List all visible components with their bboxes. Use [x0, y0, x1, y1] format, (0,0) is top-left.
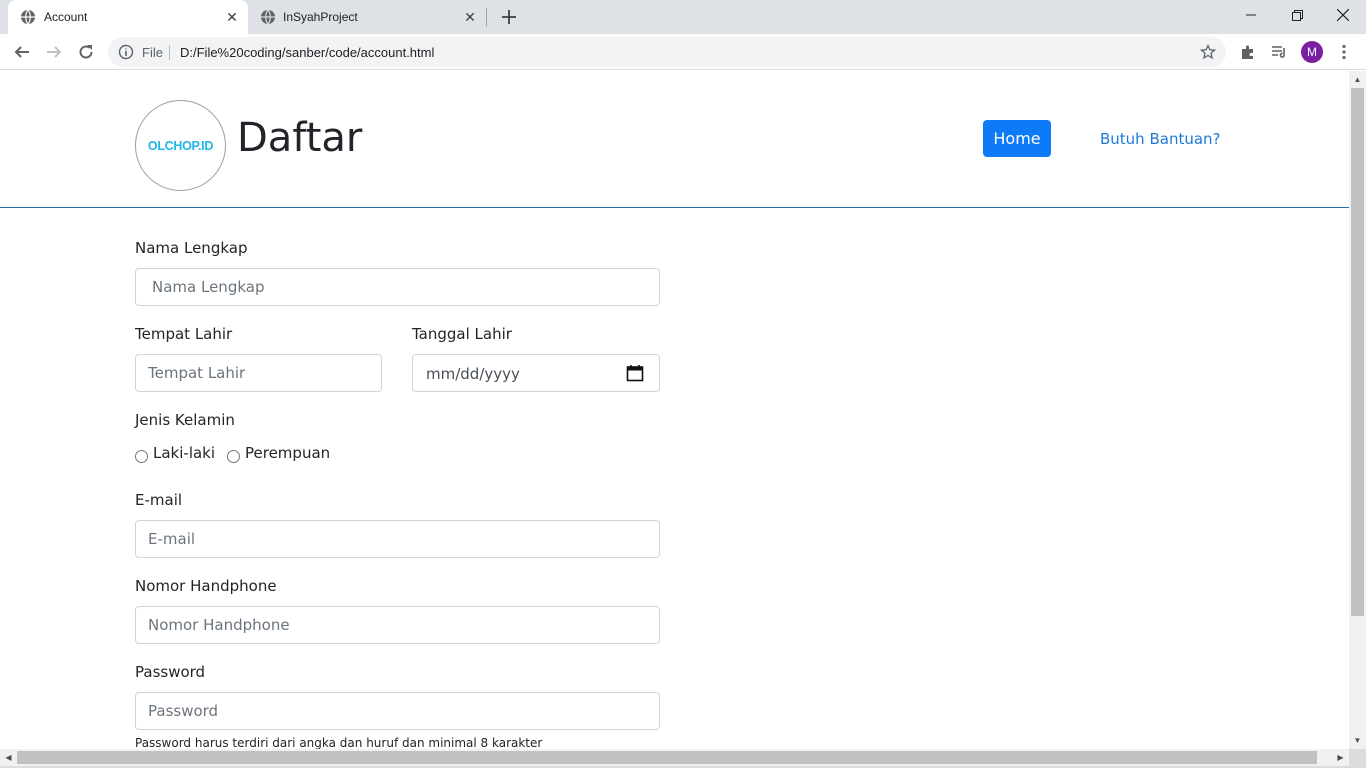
forward-button[interactable]	[42, 40, 66, 64]
logo-text: OLCHOP.ID	[147, 138, 214, 153]
browser-toolbar: File D:/File%20coding/sanber/code/accoun…	[0, 34, 1366, 70]
phone-field[interactable]	[135, 606, 660, 644]
tab-insyahproject[interactable]: InSyahProject ✕	[250, 0, 486, 34]
address-separator	[169, 45, 170, 60]
gender-female-label[interactable]: Perempuan	[245, 444, 330, 462]
info-icon[interactable]	[118, 44, 134, 60]
tab-account[interactable]: Account ✕	[8, 0, 248, 34]
calendar-icon[interactable]	[626, 364, 644, 382]
new-tab-button[interactable]	[499, 7, 519, 27]
horizontal-scrollbar[interactable]: ◀ ▶	[0, 749, 1349, 766]
puzzle-icon	[1242, 45, 1253, 59]
phone-label: Nomor Handphone	[135, 577, 277, 595]
page-header: OLCHOP.ID Daftar Home Butuh Bantuan?	[0, 71, 1349, 208]
extensions-button[interactable]	[1236, 40, 1260, 64]
restore-icon	[1291, 9, 1303, 21]
birth-place-label: Tempat Lahir	[135, 325, 233, 343]
plus-icon	[502, 10, 516, 24]
star-icon[interactable]	[1200, 44, 1216, 60]
address-bar[interactable]: File D:/File%20coding/sanber/code/accoun…	[108, 37, 1226, 67]
vertical-scroll-thumb[interactable]	[1351, 88, 1364, 616]
menu-button[interactable]	[1332, 40, 1356, 64]
password-help-text: Password harus terdiri dari angka dan hu…	[135, 736, 543, 749]
home-button[interactable]: Home	[983, 120, 1051, 157]
gender-male-radio[interactable]	[135, 450, 148, 463]
reload-button[interactable]	[74, 40, 98, 64]
globe-icon	[261, 9, 275, 25]
back-button[interactable]	[10, 40, 34, 64]
arrow-left-icon	[14, 46, 29, 58]
birth-place-field[interactable]	[135, 354, 382, 392]
scroll-down-icon[interactable]: ▼	[1349, 732, 1366, 749]
password-label: Password	[135, 663, 206, 681]
phone-input[interactable]	[136, 607, 659, 643]
more-vertical-icon	[1342, 44, 1346, 60]
scheme-label: File	[142, 45, 163, 60]
email-field[interactable]	[135, 520, 660, 558]
birth-date-field[interactable]: mm/dd/yyyy	[412, 354, 660, 392]
tab-strip: Account ✕ InSyahProject ✕	[0, 0, 1366, 34]
gender-male-label[interactable]: Laki-laki	[153, 444, 215, 462]
url-text[interactable]: D:/File%20coding/sanber/code/account.htm…	[180, 45, 434, 60]
horizontal-scroll-thumb[interactable]	[17, 751, 1317, 764]
tab-title: InSyahProject	[283, 10, 358, 24]
gender-label: Jenis Kelamin	[135, 411, 235, 429]
close-tab-icon[interactable]: ✕	[224, 9, 240, 25]
playlist-icon	[1272, 46, 1285, 58]
globe-icon	[21, 9, 35, 25]
scroll-right-icon[interactable]: ▶	[1332, 749, 1349, 766]
full-name-label: Nama Lengkap	[135, 239, 248, 257]
reload-icon	[79, 45, 93, 59]
birth-date-placeholder: mm/dd/yyyy	[426, 365, 520, 383]
minimize-button[interactable]	[1228, 0, 1274, 30]
logo[interactable]: OLCHOP.ID	[135, 100, 226, 191]
restore-button[interactable]	[1274, 0, 1320, 30]
tab-title: Account	[44, 10, 88, 24]
vertical-scrollbar[interactable]: ▲ ▼	[1349, 71, 1366, 749]
gender-female-radio[interactable]	[227, 450, 240, 463]
profile-avatar[interactable]: M	[1301, 41, 1323, 63]
minimize-icon	[1246, 14, 1256, 16]
page-viewport: OLCHOP.ID Daftar Home Butuh Bantuan? Nam…	[0, 71, 1349, 749]
media-button[interactable]	[1267, 40, 1291, 64]
scroll-up-icon[interactable]: ▲	[1349, 71, 1366, 88]
email-input[interactable]	[136, 521, 659, 557]
birth-date-label: Tanggal Lahir	[412, 325, 512, 343]
close-icon	[1337, 9, 1349, 21]
tab-divider	[486, 8, 487, 26]
full-name-field[interactable]	[135, 268, 660, 306]
email-label: E-mail	[135, 491, 183, 509]
full-name-input[interactable]	[136, 269, 659, 305]
birth-place-input[interactable]	[136, 355, 381, 391]
scroll-left-icon[interactable]: ◀	[0, 749, 17, 766]
arrow-right-icon	[47, 46, 62, 58]
close-tab-icon[interactable]: ✕	[462, 9, 478, 25]
password-field[interactable]	[135, 692, 660, 730]
help-link[interactable]: Butuh Bantuan?	[1100, 130, 1221, 148]
page-title: Daftar	[237, 115, 363, 161]
close-window-button[interactable]	[1320, 0, 1366, 30]
password-input[interactable]	[136, 693, 659, 729]
